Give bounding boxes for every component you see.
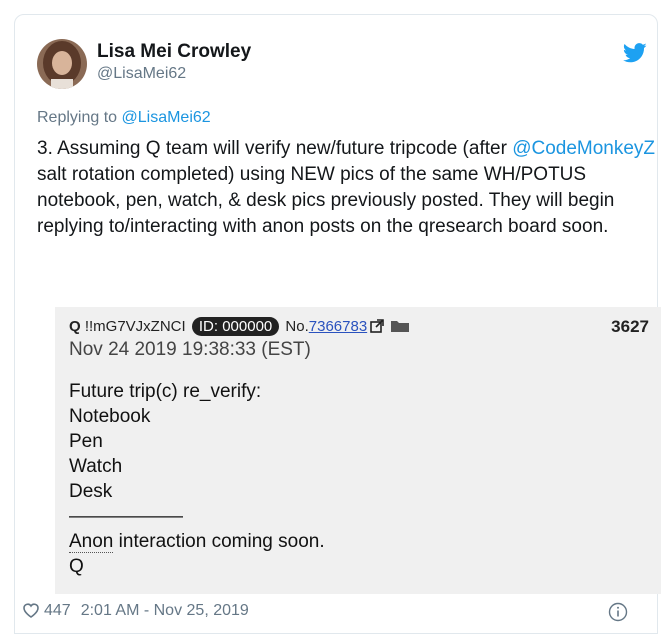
mention-link[interactable]: @CodeMonkeyZ xyxy=(512,138,655,159)
anon-rest: interaction coming soon. xyxy=(113,531,325,552)
replying-to-link[interactable]: @LisaMei62 xyxy=(122,109,211,126)
post-number-link[interactable]: 7366783 xyxy=(309,318,367,335)
tweet-text-part2: salt rotation completed) using NEW pics … xyxy=(37,164,615,237)
post-no-prefix: No. xyxy=(281,318,309,335)
q-tripcode: !!mG7VJxZNCI xyxy=(80,318,190,335)
q-post-header: Q !!mG7VJxZNCI ID: 000000 No.7366783 xyxy=(69,317,410,337)
folder-icon[interactable] xyxy=(390,319,410,337)
author-handle[interactable]: @LisaMei62 xyxy=(97,65,186,83)
info-icon[interactable] xyxy=(608,602,628,627)
heart-icon[interactable] xyxy=(22,602,40,623)
avatar[interactable] xyxy=(37,39,87,89)
tweet-card: Lisa Mei Crowley @LisaMei62 Replying to … xyxy=(14,14,661,634)
id-badge: ID: 000000 xyxy=(191,317,280,336)
q-signoff: Q xyxy=(69,556,84,577)
q-post-date: Nov 24 2019 19:38:33 (EST) xyxy=(69,339,311,360)
author-name[interactable]: Lisa Mei Crowley xyxy=(97,41,251,63)
twitter-bird-icon[interactable] xyxy=(622,43,647,63)
q-line: Desk xyxy=(69,481,113,502)
q-poster-name: Q xyxy=(69,318,81,335)
replying-to: Replying to @LisaMei62 xyxy=(37,109,211,127)
replying-prefix: Replying to xyxy=(37,109,122,126)
anon-word: Anon xyxy=(69,531,114,553)
tweet-timestamp[interactable]: 2:01 AM - Nov 25, 2019 xyxy=(81,602,249,619)
q-line-anon: Anon interaction coming soon. xyxy=(69,529,325,554)
q-line: Watch xyxy=(69,456,123,477)
tweet-text-part1: 3. Assuming Q team will verify new/futur… xyxy=(37,138,513,159)
post-counter: 3627 xyxy=(611,317,649,336)
embedded-q-post[interactable]: Q !!mG7VJxZNCI ID: 000000 No.7366783 362… xyxy=(55,307,661,594)
q-line: Pen xyxy=(69,431,103,452)
external-link-icon[interactable] xyxy=(370,319,384,337)
tweet-body: 3. Assuming Q team will verify new/futur… xyxy=(37,136,657,240)
like-count[interactable]: 447 xyxy=(44,602,71,619)
q-line: Notebook xyxy=(69,406,151,427)
q-line: —————— xyxy=(69,506,183,527)
q-post-body: Future trip(c) re_verify: Notebook Pen W… xyxy=(69,379,325,579)
q-line: Future trip(c) re_verify: xyxy=(69,381,262,402)
tweet-footer: 447 2:01 AM - Nov 25, 2019 xyxy=(22,602,249,623)
